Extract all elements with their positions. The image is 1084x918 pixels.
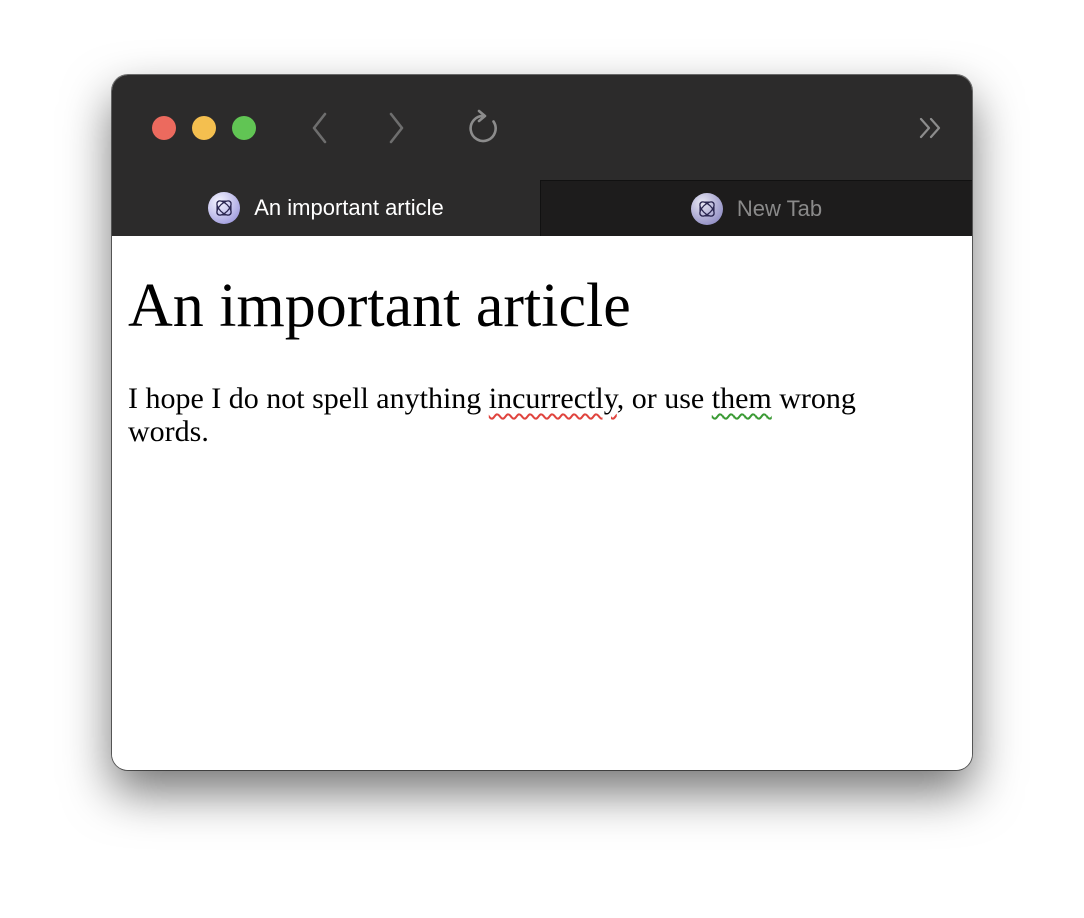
back-button[interactable]	[301, 109, 339, 147]
chevron-left-icon	[312, 112, 327, 144]
double-chevron-right-icon	[919, 117, 941, 139]
title-bar	[112, 75, 972, 180]
browser-favicon-icon	[208, 192, 241, 224]
paragraph-text: I hope I do not spell anything	[128, 382, 489, 415]
close-window-button[interactable]	[152, 116, 176, 140]
tab-strip: An important article New Tab	[112, 180, 972, 236]
toolbar-overflow-button[interactable]	[912, 109, 950, 147]
zoom-window-button[interactable]	[232, 116, 256, 140]
browser-window: An important article New Tab An importan…	[112, 75, 972, 770]
browser-favicon-icon	[690, 192, 723, 225]
article-heading: An important article	[128, 272, 631, 340]
reload-icon	[469, 109, 497, 143]
paragraph-text: , or use	[616, 382, 712, 415]
grammar-flagged-word[interactable]: them	[712, 382, 772, 415]
page-content: An important article I hope I do not spe…	[112, 236, 972, 770]
reload-button[interactable]	[465, 109, 503, 147]
minimize-window-button[interactable]	[192, 116, 216, 140]
tab-an-important-article[interactable]: An important article	[112, 180, 540, 236]
forward-button[interactable]	[377, 109, 415, 147]
tab-new-tab[interactable]: New Tab	[540, 180, 972, 236]
article-paragraph: I hope I do not spell anything incurrect…	[128, 382, 928, 448]
misspelled-word[interactable]: incurrectly	[489, 382, 617, 415]
tab-label: New Tab	[736, 195, 823, 221]
chevron-right-icon	[389, 112, 404, 144]
tab-label: An important article	[254, 195, 444, 220]
